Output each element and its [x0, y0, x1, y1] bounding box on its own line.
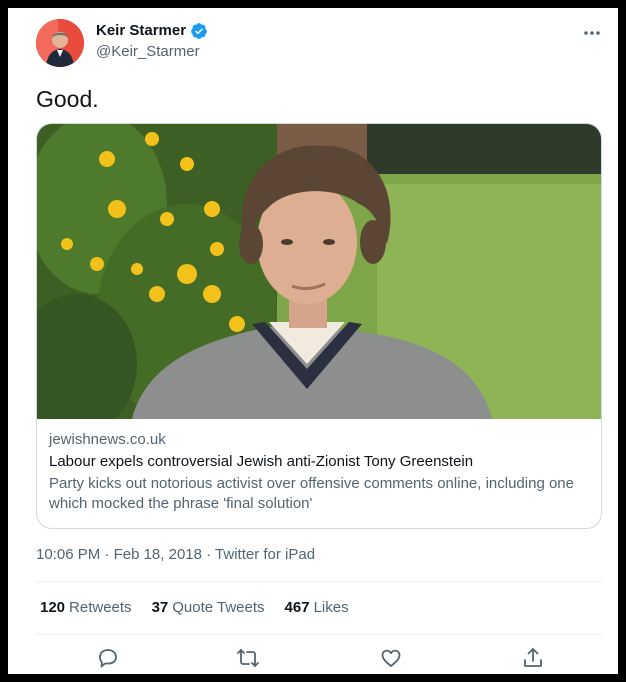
quotes-count: 37: [151, 599, 169, 616]
author-block: Keir Starmer @Keir_Starmer: [96, 21, 208, 62]
link-card[interactable]: jewishnews.co.uk Labour expels controver…: [36, 123, 602, 529]
author-handle[interactable]: @Keir_Starmer: [96, 42, 208, 62]
card-title: Labour expels controversial Jewish anti-…: [49, 453, 474, 470]
tweet-time[interactable]: 10:06 PM: [36, 546, 100, 563]
likes-label: Likes: [313, 599, 349, 616]
card-description: Party kicks out notorious activist over …: [49, 475, 574, 512]
like-icon[interactable]: [379, 646, 403, 670]
share-icon[interactable]: [521, 646, 545, 670]
card-image: [37, 124, 601, 419]
tweet-meta: 10:06 PM · Feb 18, 2018 · Twitter for iP…: [36, 545, 315, 565]
meta-separator: ·: [104, 546, 114, 563]
retweet-icon[interactable]: [236, 646, 260, 670]
divider: [36, 581, 602, 582]
likes-count: 467: [284, 599, 310, 616]
tweet-header: Keir Starmer @Keir_Starmer: [36, 19, 602, 75]
tweet-text: Good.: [36, 86, 99, 112]
quotes-label: Quote Tweets: [172, 599, 265, 616]
retweets-stat[interactable]: 120 Retweets: [40, 598, 132, 618]
retweets-count: 120: [40, 599, 66, 616]
tweet-source[interactable]: Twitter for iPad: [215, 546, 315, 563]
tweet-stats: 120 Retweets 37 Quote Tweets 467 Likes: [40, 598, 349, 618]
author-name[interactable]: Keir Starmer: [96, 21, 186, 41]
reply-icon[interactable]: [96, 646, 120, 670]
tweet-window: Keir Starmer @Keir_Starmer Good. jewishn…: [8, 8, 618, 674]
card-body: jewishnews.co.uk Labour expels controver…: [49, 430, 589, 514]
tweet-date[interactable]: Feb 18, 2018: [114, 546, 202, 563]
action-bar: [36, 646, 602, 672]
divider: [36, 634, 602, 635]
avatar[interactable]: [36, 19, 84, 67]
likes-stat[interactable]: 467 Likes: [285, 598, 349, 618]
verified-badge-icon: [191, 23, 207, 39]
card-domain: jewishnews.co.uk: [49, 431, 166, 448]
quote-tweets-stat[interactable]: 37 Quote Tweets: [152, 598, 265, 618]
meta-separator: ·: [206, 546, 216, 563]
more-icon[interactable]: [582, 23, 602, 43]
retweets-label: Retweets: [69, 599, 132, 616]
